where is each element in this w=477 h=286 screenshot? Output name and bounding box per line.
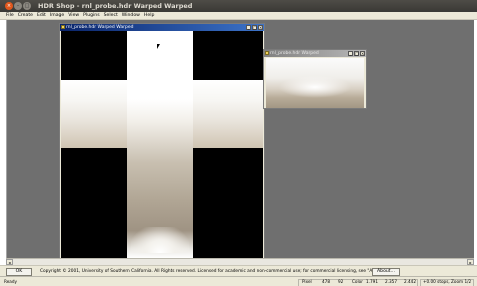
exposure-zoom-readout: +0.00 stops, Zoom 1/2 [423,279,472,284]
menu-bar: File Create Edit Image View Plugins Sele… [0,12,477,20]
status-bar: Ready Pixel 478 92 Color 1.791 2.357 2.4… [0,276,477,286]
about-button[interactable]: About... [372,268,400,276]
status-ready: Ready [4,279,17,284]
pixel-label: Pixel [302,279,312,284]
menu-help[interactable]: Help [144,12,154,19]
window-title: HDR Shop - rnl_probe.hdr Warped Warped [38,2,193,10]
minimize-icon[interactable]: _ [246,25,251,30]
minimize-window-button[interactable]: – [14,2,22,10]
minimize-icon[interactable]: _ [348,51,353,56]
maximize-icon[interactable]: □ [354,51,359,56]
image-window-warped[interactable]: rnl_probe.hdr Warped _ □ × [263,49,367,109]
menu-plugins[interactable]: Plugins [83,12,99,19]
menu-file[interactable]: File [6,12,14,19]
menu-edit[interactable]: Edit [37,12,46,19]
mouse-pointer-icon [157,44,160,49]
maximize-icon[interactable]: □ [252,25,257,30]
latlong-panorama-image[interactable] [266,58,364,108]
menu-create[interactable]: Create [18,12,33,19]
color-g-value: 2.357 [385,279,397,284]
pixel-y-value: 92 [338,279,344,284]
menu-select[interactable]: Select [104,12,118,19]
cross-cubemap-image[interactable] [61,31,263,258]
app-titlebar: × – □ HDR Shop - rnl_probe.hdr Warped Wa… [0,0,477,12]
image-window-title: rnl_probe.hdr Warped Warped [66,25,134,30]
mdi-workspace: rnl_probe.hdr Warped Warped _ □ × rnl_pr… [6,20,474,259]
menu-window[interactable]: Window [122,12,140,19]
cubemap-bottom-glow [131,227,189,253]
image-window-warped-warped[interactable]: rnl_probe.hdr Warped Warped _ □ × [59,23,265,259]
horizontal-scrollbar[interactable]: ◂ ▸ [6,258,474,265]
image-window-titlebar[interactable]: rnl_probe.hdr Warped Warped _ □ × [60,24,264,31]
color-r-value: 1.791 [366,279,378,284]
cubemap-vertical-band [127,31,193,258]
image-window-title-secondary: rnl_probe.hdr Warped [270,51,319,56]
info-bar: OK Copyright © 2001, University of South… [0,265,477,276]
close-icon[interactable]: × [258,25,263,30]
ok-button[interactable]: OK [6,268,32,276]
image-document-icon [265,51,269,55]
menu-image[interactable]: Image [50,12,64,19]
color-label: Color [352,279,363,284]
image-window-controls-secondary: _ □ × [347,51,365,56]
maximize-window-button[interactable]: □ [23,2,31,10]
close-icon[interactable]: × [360,51,365,56]
pixel-x-value: 478 [322,279,330,284]
menu-view[interactable]: View [68,12,79,19]
image-window-titlebar-secondary[interactable]: rnl_probe.hdr Warped _ □ × [264,50,366,57]
image-document-icon [61,25,65,29]
color-b-value: 2.442 [404,279,416,284]
close-window-button[interactable]: × [5,2,13,10]
copyright-text: Copyright © 2001, University of Southern… [40,269,386,274]
image-window-controls: _ □ × [245,25,263,30]
